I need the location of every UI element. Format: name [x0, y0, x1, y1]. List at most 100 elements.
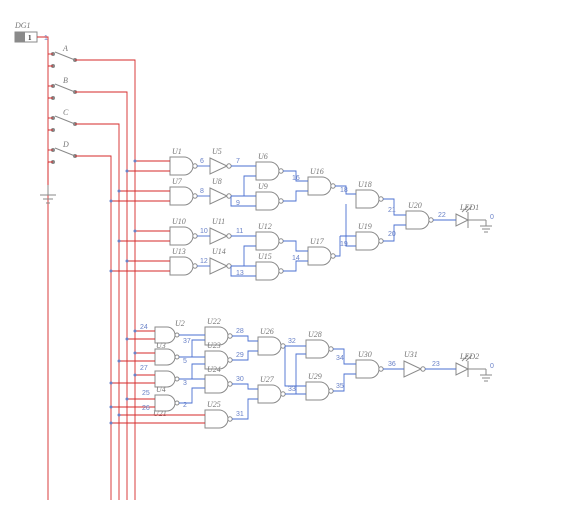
svg-text:U6: U6 [258, 152, 268, 161]
svg-text:22: 22 [438, 212, 446, 219]
svg-text:U21: U21 [153, 409, 167, 418]
switch-B[interactable]: B [51, 76, 77, 100]
gate-U1: U1 [170, 147, 197, 175]
junction-dots [110, 160, 137, 425]
switch-C[interactable]: C [51, 108, 77, 132]
svg-text:U29: U29 [308, 372, 322, 381]
gate-U7: U7 [170, 177, 197, 205]
gate-U2: U2 [155, 319, 185, 343]
schematic-canvas: DG1 1 1 A B C [0, 0, 573, 510]
source-label: DG1 [14, 21, 31, 30]
svg-text:10: 10 [200, 228, 208, 235]
svg-text:U14: U14 [212, 247, 226, 256]
svg-text:0: 0 [490, 214, 494, 221]
svg-text:U9: U9 [258, 182, 268, 191]
svg-text:U13: U13 [172, 247, 186, 256]
input-label-C: C [63, 108, 69, 117]
svg-text:U12: U12 [258, 222, 272, 231]
svg-text:14: 14 [292, 255, 300, 262]
gate-U6: U6 [256, 152, 283, 180]
svg-text:6: 6 [200, 158, 204, 165]
svg-text:U31: U31 [404, 350, 418, 359]
svg-text:U15: U15 [258, 252, 272, 261]
svg-text:LED1: LED1 [459, 203, 479, 212]
svg-text:8: 8 [200, 188, 204, 195]
gate-U17: U17 [308, 237, 335, 265]
svg-text:U4: U4 [156, 385, 166, 394]
svg-text:U10: U10 [172, 217, 186, 226]
gate-U19: U19 [356, 222, 383, 250]
svg-text:11: 11 [236, 228, 243, 235]
svg-text:U19: U19 [358, 222, 372, 231]
svg-text:28: 28 [236, 328, 244, 335]
svg-text:30: 30 [236, 376, 244, 383]
gate-U8: U8 [210, 177, 231, 204]
svg-text:U3: U3 [156, 341, 166, 350]
svg-text:0: 0 [490, 363, 494, 370]
bus-source [37, 37, 48, 500]
svg-text:25: 25 [142, 390, 150, 397]
svg-text:34: 34 [336, 355, 344, 362]
svg-text:9: 9 [236, 200, 240, 207]
gate-U3: U3 [155, 341, 179, 365]
switch-A[interactable]: A [51, 44, 77, 68]
led1: LED1 [456, 203, 479, 228]
svg-text:29: 29 [236, 352, 244, 359]
gate-U10: U10 [170, 217, 197, 245]
svg-text:U16: U16 [310, 167, 324, 176]
svg-text:26: 26 [142, 405, 150, 412]
svg-text:23: 23 [432, 361, 440, 368]
svg-text:LED2: LED2 [459, 352, 479, 361]
svg-text:U28: U28 [308, 330, 322, 339]
svg-text:U30: U30 [358, 350, 372, 359]
svg-text:35: 35 [336, 383, 344, 390]
svg-text:27: 27 [140, 365, 148, 372]
gate-U13: U13 [170, 247, 197, 275]
svg-text:24: 24 [140, 324, 148, 331]
svg-text:U2: U2 [175, 319, 185, 328]
source-value: 1 [28, 34, 32, 42]
bus-C [75, 124, 119, 500]
svg-text:32: 32 [288, 338, 296, 345]
gate-U4: U4 [155, 371, 179, 394]
svg-text:13: 13 [236, 270, 244, 277]
svg-text:U24: U24 [207, 365, 221, 374]
svg-text:36: 36 [388, 361, 396, 368]
svg-text:U7: U7 [172, 177, 183, 186]
svg-text:U23: U23 [207, 341, 221, 350]
svg-text:16: 16 [292, 175, 300, 182]
svg-text:12: 12 [200, 258, 208, 265]
svg-text:U1: U1 [172, 147, 182, 156]
gate-U25: U25 [205, 400, 232, 428]
svg-text:7: 7 [236, 158, 240, 165]
gate-U16: U16 [308, 167, 335, 195]
input-label-A: A [62, 44, 68, 53]
svg-text:U22: U22 [207, 317, 221, 326]
svg-text:31: 31 [236, 411, 244, 418]
svg-text:3: 3 [183, 380, 187, 387]
gate-U15: U15 [256, 252, 283, 280]
ground-led1: 0 [468, 214, 494, 232]
svg-text:U17: U17 [310, 237, 325, 246]
gate-U29: U29 [306, 372, 333, 400]
gate-U12: U12 [256, 222, 283, 250]
svg-text:U20: U20 [408, 201, 422, 210]
gate-U30: U30 [356, 350, 383, 378]
svg-text:37: 37 [183, 338, 191, 345]
bus-D [75, 156, 111, 500]
svg-text:U27: U27 [260, 375, 275, 384]
gate-U18: U18 [356, 180, 383, 208]
gate-U5: U5 [210, 147, 231, 174]
led2: LED2 [456, 352, 479, 377]
svg-text:21: 21 [388, 207, 396, 214]
gate-U24: U24 [205, 365, 232, 393]
bus-A [75, 60, 135, 500]
svg-text:33: 33 [288, 386, 296, 393]
svg-text:U5: U5 [212, 147, 222, 156]
gate-U28: U28 [306, 330, 333, 358]
gate-U27: U27 [258, 375, 285, 403]
svg-text:U8: U8 [212, 177, 222, 186]
svg-text:U26: U26 [260, 327, 274, 336]
switch-D[interactable]: D [51, 140, 77, 164]
gate-U31: U31 [404, 350, 425, 377]
